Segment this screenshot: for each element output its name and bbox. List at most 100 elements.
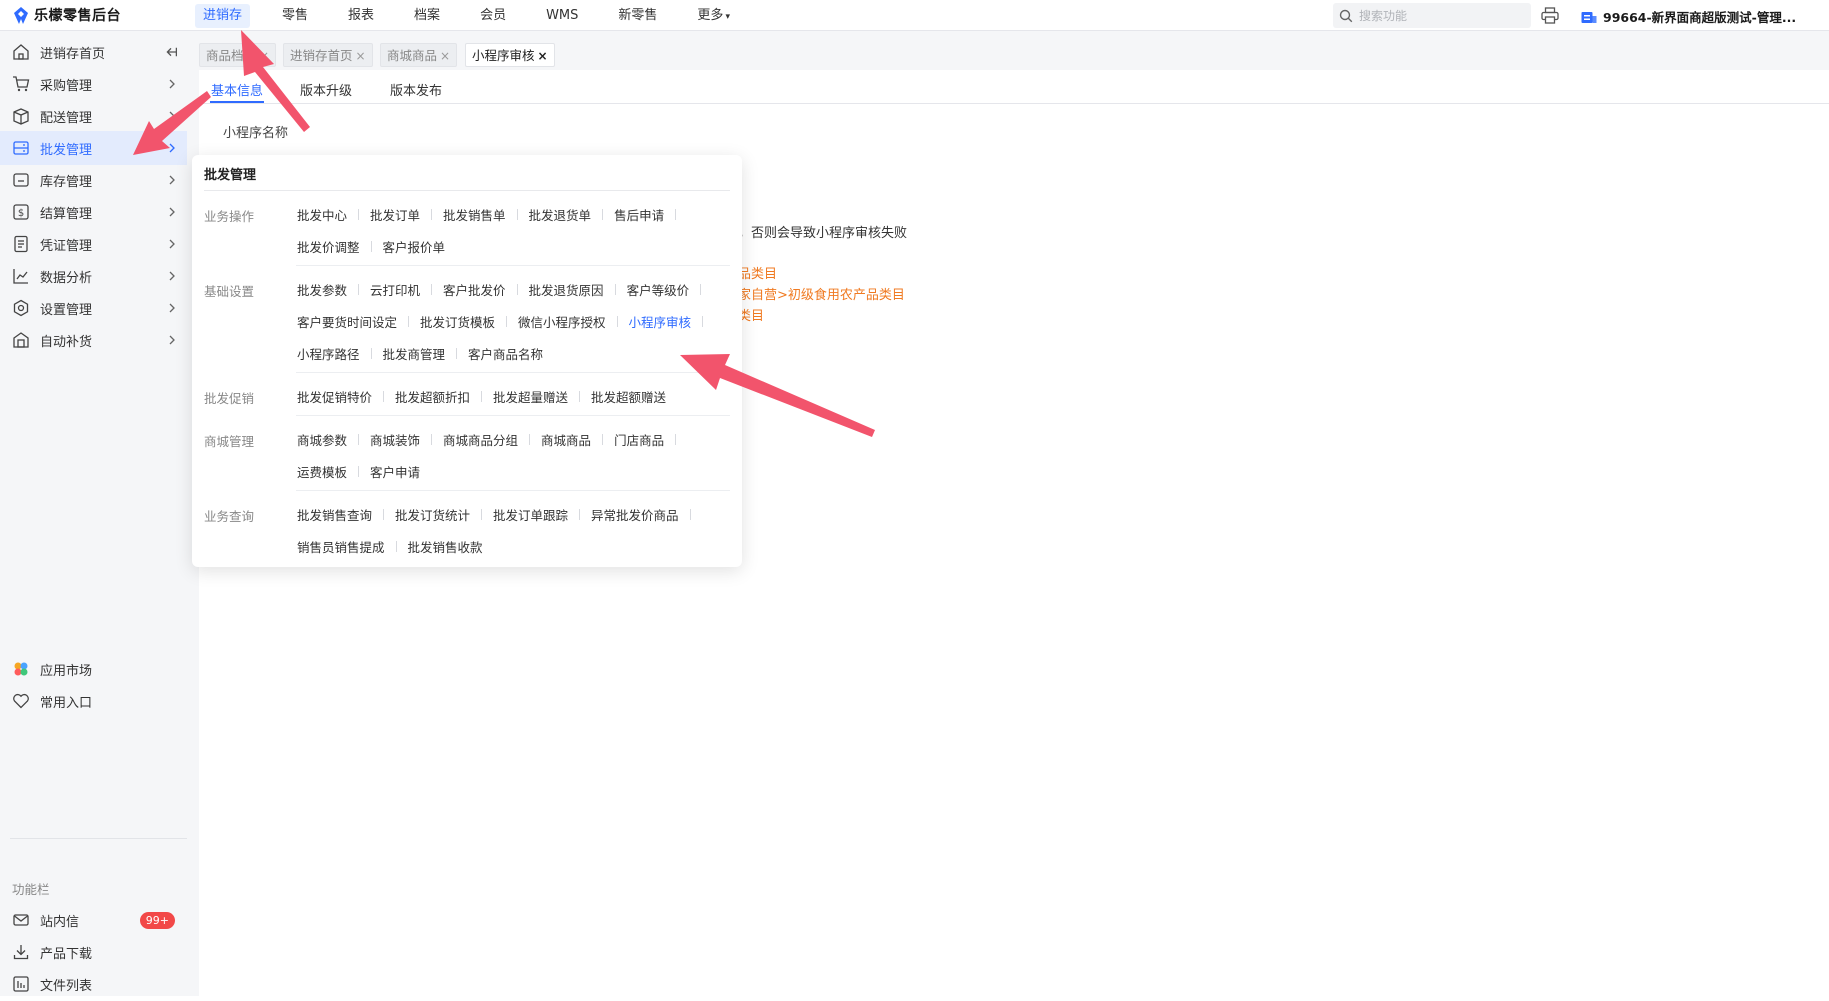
store-switcher[interactable]: 99664-新界面商超版测试-管理... xyxy=(1581,7,1796,26)
sidebar-item-settlement[interactable]: $ 结算管理 xyxy=(0,195,187,229)
menu-item[interactable]: 批发销售收款 xyxy=(408,537,483,556)
sidebar-item-wholesale[interactable]: 批发管理 xyxy=(0,131,187,165)
menu-item[interactable]: 小程序路径 xyxy=(297,344,360,363)
separator xyxy=(689,509,691,520)
separator xyxy=(481,391,483,402)
menu-item[interactable]: 商城参数 xyxy=(297,430,347,449)
app-logo[interactable]: 乐檬零售后台 xyxy=(14,6,121,24)
menu-item[interactable]: 批发订单 xyxy=(370,205,420,224)
menu-item[interactable]: 异常批发价商品 xyxy=(591,505,679,524)
tab-product-archive[interactable]: 商品档案 × xyxy=(199,43,277,67)
menu-item[interactable]: 商城商品分组 xyxy=(443,430,518,449)
menu-item[interactable]: 批发订单跟踪 xyxy=(493,505,568,524)
miniprogram-name-label: 小程序名称 xyxy=(223,126,289,141)
subtab-version-upgrade[interactable]: 版本升级 xyxy=(300,80,352,99)
menu-item[interactable]: 批发超量赠送 xyxy=(493,387,568,406)
topnav-label: 报表 xyxy=(348,8,375,23)
separator xyxy=(358,284,360,295)
close-icon[interactable]: × xyxy=(356,49,366,63)
menu-item[interactable]: 客户要货时间设定 xyxy=(297,312,397,331)
topnav-wms[interactable]: WMS xyxy=(538,4,586,28)
tab-mall-products[interactable]: 商城商品 × xyxy=(380,43,458,67)
home-icon xyxy=(13,44,29,60)
separator xyxy=(616,316,618,327)
menu-item[interactable]: 批发商管理 xyxy=(383,344,446,363)
top-nav: 进销存 零售 报表 档案 会员 WMS 新零售 更多 ▾ xyxy=(195,4,762,28)
printer-icon[interactable] xyxy=(1541,7,1559,24)
menu-item[interactable]: 批发销售单 xyxy=(443,205,506,224)
menu-item[interactable]: 云打印机 xyxy=(370,280,420,299)
sidebar-item-voucher[interactable]: 凭证管理 xyxy=(0,227,187,261)
menu-item[interactable]: 批发订货模板 xyxy=(420,312,495,331)
sidebar-item-delivery[interactable]: 配送管理 xyxy=(0,99,187,133)
collapse-icon[interactable] xyxy=(165,46,177,58)
menu-item[interactable]: 客户商品名称 xyxy=(468,344,543,363)
group-label-basic-settings: 基础设置 xyxy=(204,284,255,299)
separator xyxy=(456,348,458,359)
menu-item[interactable]: 销售员销售提成 xyxy=(297,537,385,556)
subtab-version-release[interactable]: 版本发布 xyxy=(390,80,442,99)
menu-row: 批发价调整 客户报价单 xyxy=(297,237,445,256)
topnav-archive[interactable]: 档案 xyxy=(406,4,448,28)
menu-item[interactable]: 微信小程序授权 xyxy=(518,312,606,331)
menu-item[interactable]: 批发促销特价 xyxy=(297,387,372,406)
menu-item-miniprogram-review[interactable]: 小程序审核 xyxy=(629,312,692,331)
sidebar-item-inventory-home[interactable]: 进销存首页 xyxy=(0,35,187,69)
menu-item[interactable]: 商城商品 xyxy=(541,430,591,449)
tab-miniprogram-review[interactable]: 小程序审核 × xyxy=(465,43,555,67)
sidebar-favorites[interactable]: 常用入口 xyxy=(0,684,187,718)
search-input[interactable] xyxy=(1359,8,1519,23)
menu-item[interactable]: 客户等级价 xyxy=(627,280,690,299)
topnav-reports[interactable]: 报表 xyxy=(340,4,382,28)
top-bar: 乐檬零售后台 进销存 零售 报表 档案 会员 WMS 新零售 更多▾ 99664… xyxy=(0,0,1829,31)
sidebar-item-label: 设置管理 xyxy=(40,302,93,318)
topnav-label: 会员 xyxy=(480,8,507,23)
store-name: 99664-新界面商超版测试-管理... xyxy=(1603,10,1797,25)
menu-item[interactable]: 客户申请 xyxy=(370,462,420,481)
topnav-new-retail[interactable]: 新零售 xyxy=(610,4,665,28)
close-icon[interactable]: × xyxy=(538,49,548,63)
topnav-more[interactable]: 更多 ▾ xyxy=(689,4,738,28)
sidebar-item-analytics[interactable]: 数据分析 xyxy=(0,259,187,293)
menu-item[interactable]: 运费模板 xyxy=(297,462,347,481)
menu-item[interactable]: 客户批发价 xyxy=(443,280,506,299)
menu-item[interactable]: 批发参数 xyxy=(297,280,347,299)
sidebar-messages[interactable]: 站内信 99+ xyxy=(0,903,187,937)
inventory-icon xyxy=(13,173,29,187)
menu-item[interactable]: 批发超额折扣 xyxy=(395,387,470,406)
search-box[interactable] xyxy=(1333,3,1531,28)
app-market-icon xyxy=(14,662,28,676)
unread-badge: 99+ xyxy=(139,911,175,929)
menu-item[interactable]: 批发中心 xyxy=(297,205,347,224)
separator xyxy=(358,209,360,220)
sidebar-item-purchase[interactable]: 采购管理 xyxy=(0,67,187,101)
topnav-inventory[interactable]: 进销存 xyxy=(195,4,251,28)
tab-label: 商品档案 xyxy=(206,48,257,63)
menu-item[interactable]: 批发退货单 xyxy=(529,205,592,224)
separator xyxy=(383,391,385,402)
subtab-basic-info[interactable]: 基本信息 xyxy=(211,80,263,99)
sidebar-downloads[interactable]: 产品下载 xyxy=(0,935,187,969)
menu-item[interactable]: 批发订货统计 xyxy=(395,505,470,524)
topnav-retail[interactable]: 零售 xyxy=(274,4,316,28)
sidebar-item-settings[interactable]: 设置管理 xyxy=(0,291,187,325)
topnav-members[interactable]: 会员 xyxy=(472,4,514,28)
menu-item[interactable]: 门店商品 xyxy=(614,430,664,449)
separator xyxy=(358,434,360,445)
tab-inventory-home[interactable]: 进销存首页 × xyxy=(283,43,373,67)
menu-item[interactable]: 批发价调整 xyxy=(297,237,360,256)
close-icon[interactable]: × xyxy=(259,49,269,63)
close-icon[interactable]: × xyxy=(440,49,450,63)
sidebar-item-auto-replenish[interactable]: 自动补货 xyxy=(0,323,187,357)
sidebar-app-market[interactable]: 应用市场 xyxy=(0,652,187,686)
menu-item[interactable]: 批发退货原因 xyxy=(529,280,604,299)
menu-item[interactable]: 客户报价单 xyxy=(383,237,446,256)
menu-item[interactable]: 商城装饰 xyxy=(370,430,420,449)
group-label-queries: 业务查询 xyxy=(204,509,255,524)
menu-item[interactable]: 批发销售查询 xyxy=(297,505,372,524)
separator xyxy=(481,509,483,520)
sidebar-item-stock[interactable]: 库存管理 xyxy=(0,163,187,197)
menu-item[interactable]: 售后申请 xyxy=(614,205,664,224)
voucher-icon xyxy=(14,235,28,253)
menu-item[interactable]: 批发超额赠送 xyxy=(591,387,666,406)
